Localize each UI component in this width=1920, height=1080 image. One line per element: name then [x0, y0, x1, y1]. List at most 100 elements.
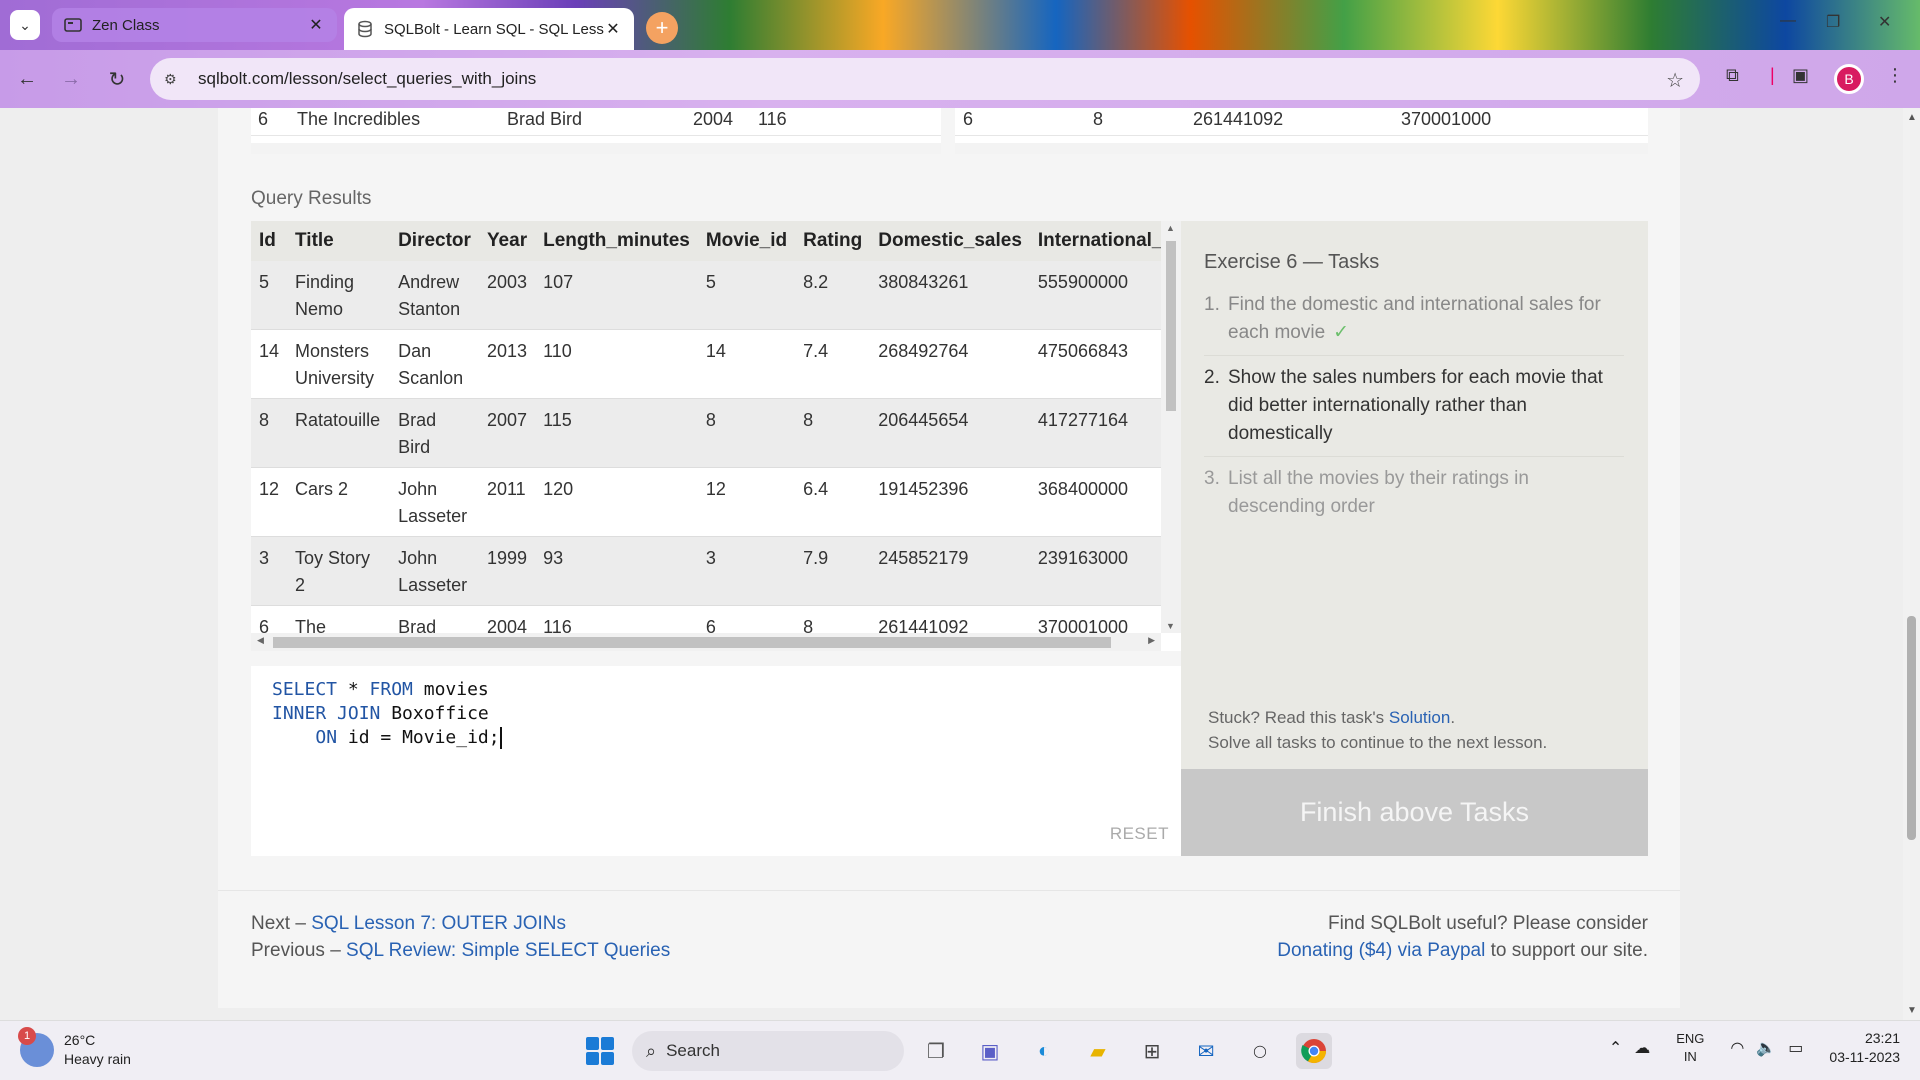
volume-icon[interactable]: 🔈: [1756, 1038, 1776, 1058]
next-prefix: Next –: [251, 913, 312, 934]
restore-icon[interactable]: ❐: [1826, 12, 1840, 32]
file-explorer-icon[interactable]: ▰: [1080, 1033, 1116, 1069]
cell: 14: [251, 329, 288, 399]
side-panel-icon[interactable]: ▣: [1792, 65, 1809, 86]
teams-chat-icon[interactable]: ▣: [972, 1033, 1008, 1069]
window-close-icon[interactable]: ✕: [1878, 12, 1891, 32]
code-line: SELECT * FROM movies: [272, 679, 489, 703]
column-header: Movie_id: [697, 221, 796, 261]
dell-icon[interactable]: ◯: [1242, 1033, 1278, 1069]
previous-lesson-link[interactable]: SQL Review: Simple SELECT Queries: [346, 940, 670, 961]
weather-condition: Heavy rain: [64, 1051, 131, 1067]
scroll-down-icon[interactable]: ▼: [1166, 621, 1175, 631]
edge-icon[interactable]: ◐: [1026, 1033, 1062, 1069]
bookmark-star-icon[interactable]: ☆: [1666, 68, 1684, 93]
avatar[interactable]: B: [1834, 64, 1864, 94]
cell: 370001000: [1401, 109, 1492, 129]
reload-button[interactable]: ↻: [102, 64, 132, 94]
scrollbar-thumb[interactable]: [1907, 616, 1916, 840]
task-text: Show the sales numbers for each movie th…: [1228, 367, 1603, 444]
next-lesson-link[interactable]: SQL Lesson 7: OUTER JOINs: [311, 913, 566, 934]
new-tab-button[interactable]: +: [646, 12, 678, 44]
lang-region: IN: [1683, 1049, 1697, 1064]
cell: 8: [697, 398, 796, 468]
extensions-icon[interactable]: ⧉: [1726, 65, 1739, 86]
chrome-icon[interactable]: [1296, 1033, 1332, 1069]
cell: Dan Scanlon: [390, 329, 479, 399]
tab-sqlbolt[interactable]: SQLBolt - Learn SQL - SQL Less ✕: [344, 8, 634, 50]
back-button[interactable]: ←: [12, 64, 42, 94]
task-list: 1. Find the domestic and international s…: [1204, 291, 1624, 537]
cell: Brad Bird: [390, 605, 479, 633]
cell: 6: [258, 109, 269, 129]
donate-link[interactable]: Donating ($4) via Paypal: [1277, 940, 1485, 961]
site-info-icon[interactable]: ⚙: [164, 71, 186, 88]
task-item-3: 3. List all the movies by their ratings …: [1204, 465, 1624, 529]
page-scrollbar[interactable]: ▲ ▼: [1903, 108, 1920, 1020]
column-header: Director: [390, 221, 479, 261]
clock[interactable]: 23:21 03-11-2023: [1829, 1029, 1900, 1067]
code-text: *: [337, 679, 370, 700]
task-view-icon[interactable]: ❐: [918, 1033, 954, 1069]
next-lesson: Next – SQL Lesson 7: OUTER JOINs: [251, 913, 566, 935]
sql-keyword: INNER JOIN: [272, 703, 381, 724]
onedrive-cloud-icon[interactable]: ☁: [1634, 1038, 1650, 1058]
scrollbar-thumb[interactable]: [273, 637, 1111, 648]
cell: Cars 2: [287, 467, 391, 537]
results-horizontal-scrollbar[interactable]: ◀ ▶: [251, 633, 1161, 651]
forward-button[interactable]: →: [56, 64, 86, 94]
url-text[interactable]: sqlbolt.com/lesson/select_queries_with_j…: [198, 69, 536, 89]
minimize-icon[interactable]: —: [1780, 12, 1796, 30]
taskbar-search[interactable]: ⌕ Search: [632, 1031, 904, 1071]
tab-zen-class[interactable]: Zen Class ✕: [52, 8, 337, 42]
reset-button[interactable]: RESET: [1110, 824, 1169, 844]
battery-icon[interactable]: ▭: [1788, 1038, 1803, 1058]
cell: 7.4: [795, 329, 871, 399]
results-vertical-scrollbar[interactable]: ▲ ▼: [1161, 221, 1181, 633]
cell: Brad Bird: [390, 398, 479, 468]
language-indicator[interactable]: ENG IN: [1676, 1030, 1704, 1066]
sql-keyword: ON: [315, 727, 338, 748]
table-row: 12 Cars 2 John Lasseter 2011 120 12 6.4 …: [251, 467, 1161, 537]
scroll-up-icon[interactable]: ▲: [1907, 112, 1917, 123]
cell: 261441092: [870, 605, 1030, 633]
cell: 93: [535, 536, 698, 606]
tab-search-button[interactable]: ⌄: [10, 10, 40, 40]
notification-badge: 1: [18, 1027, 36, 1045]
scroll-right-icon[interactable]: ▶: [1148, 635, 1155, 646]
scroll-down-icon[interactable]: ▼: [1907, 1005, 1917, 1016]
menu-kebab-icon[interactable]: ⋮: [1886, 65, 1904, 86]
task-item-1: 1. Find the domestic and international s…: [1204, 291, 1624, 356]
column-header: International_sa: [1029, 221, 1161, 261]
time: 23:21: [1864, 1030, 1900, 1046]
cell: 368400000: [1029, 467, 1161, 537]
chevron-up-icon[interactable]: ⌃: [1609, 1038, 1622, 1058]
cell: 3: [251, 536, 288, 606]
table-row: 6 The Incredibles Brad Bird 2004 116 6 8…: [251, 605, 1161, 633]
wifi-icon[interactable]: ◠: [1730, 1038, 1744, 1058]
address-bar[interactable]: ⚙ sqlbolt.com/lesson/select_queries_with…: [150, 58, 1700, 100]
scrollbar-thumb[interactable]: [1166, 241, 1176, 411]
query-results-table[interactable]: Id Title Director Year Length_minutes Mo…: [251, 221, 1181, 651]
scroll-up-icon[interactable]: ▲: [1166, 223, 1175, 233]
previous-lesson: Previous – SQL Review: Simple SELECT Que…: [251, 940, 670, 962]
close-icon[interactable]: ✕: [604, 19, 622, 39]
finish-tasks-button[interactable]: Finish above Tasks: [1181, 769, 1648, 856]
start-button[interactable]: [582, 1033, 618, 1069]
mail-icon[interactable]: ✉: [1188, 1033, 1224, 1069]
cell: 7.9: [795, 536, 871, 606]
microsoft-store-icon[interactable]: ⊞: [1134, 1033, 1170, 1069]
cell: 8: [795, 605, 871, 633]
solution-link[interactable]: Solution: [1389, 708, 1450, 727]
sql-editor[interactable]: SELECT * FROM movies INNER JOIN Boxoffic…: [251, 666, 1181, 856]
scroll-left-icon[interactable]: ◀: [257, 635, 264, 646]
arrow-right-icon: →: [61, 67, 81, 90]
close-icon[interactable]: ✕: [307, 15, 325, 35]
cell: 12: [697, 467, 796, 537]
cell: 2003: [478, 261, 536, 330]
temperature: 26°C: [64, 1032, 96, 1048]
cell: 475066843: [1029, 329, 1161, 399]
weather-widget[interactable]: 1 26°C Heavy rain: [18, 1027, 131, 1069]
donate-cta: Donating ($4) via Paypal to support our …: [1277, 940, 1648, 962]
